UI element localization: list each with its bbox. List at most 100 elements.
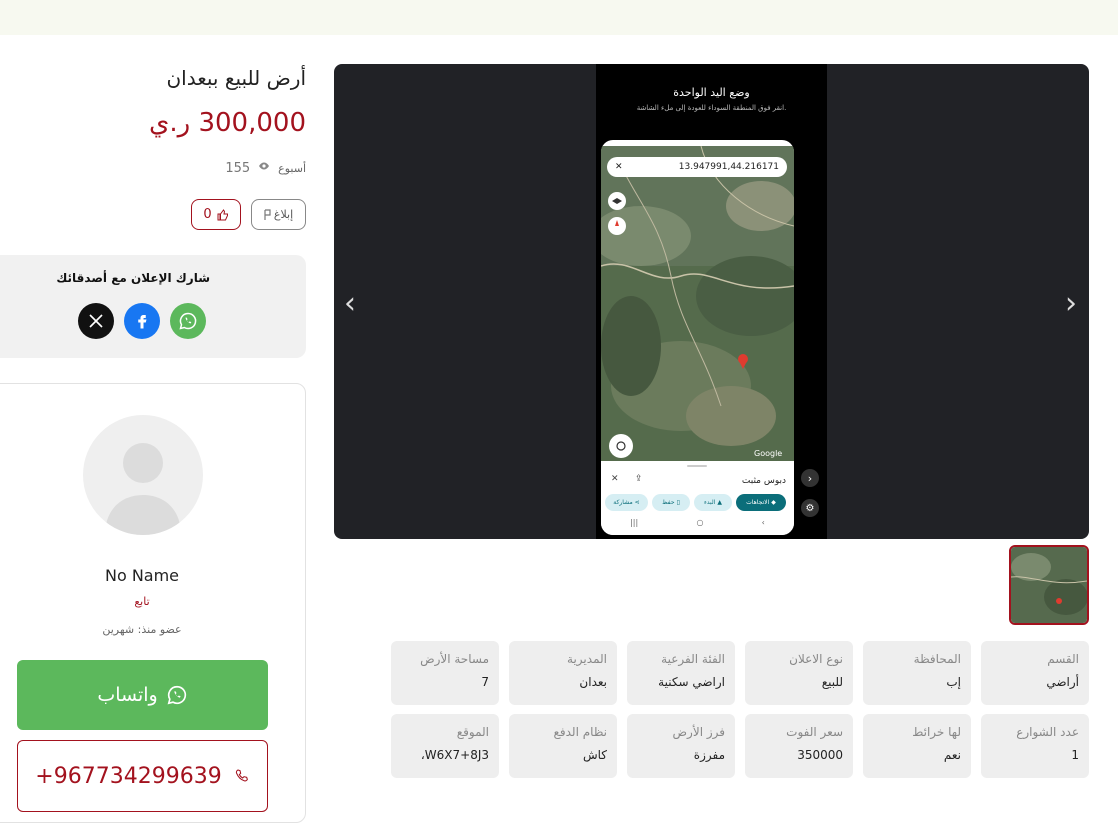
- prev-image-arrow[interactable]: ‹: [344, 286, 356, 321]
- back-icon[interactable]: ‹: [762, 518, 765, 527]
- pin-title: دبوس مثبت: [741, 476, 786, 486]
- attribute-value: مفرزة: [693, 748, 725, 762]
- phone-mode-subtitle: انقر فوق المنطقة السوداء للعودة إلى ملء …: [636, 104, 787, 112]
- save-label: حفظ: [662, 499, 675, 506]
- attribute-label: المحافظة: [913, 652, 961, 666]
- image-gallery: وضع اليد الواحدة انقر فوق المنطقة السودا…: [334, 64, 1089, 539]
- gallery-image[interactable]: وضع اليد الواحدة انقر فوق المنطقة السودا…: [596, 64, 827, 539]
- compass-icon[interactable]: [608, 217, 626, 235]
- report-button[interactable]: إبلاغ: [251, 199, 306, 230]
- attribute-label: نوع الاعلان: [789, 652, 843, 666]
- gear-icon[interactable]: ⚙: [801, 499, 819, 517]
- attribute-value: كاش: [582, 748, 607, 762]
- coordinates-search[interactable]: ✕ 13.947991,44.216171: [607, 157, 787, 177]
- attribute-label: لها خرائط: [912, 725, 961, 739]
- attribute-value: 350000: [797, 748, 843, 762]
- listing-price: 300,000 ر.ي: [149, 108, 306, 138]
- directions-chip[interactable]: الاتجاهات ◆: [736, 494, 786, 511]
- sheet-handle[interactable]: [687, 465, 707, 467]
- attribute-label: القسم: [1047, 652, 1079, 666]
- report-label: إبلاغ: [273, 208, 294, 221]
- attribute-item: عدد الشوارع 1: [981, 714, 1089, 778]
- share-title: شارك الإعلان مع أصدقائك: [56, 271, 210, 285]
- attribute-item: فرز الأرض مفرزة: [627, 714, 735, 778]
- whatsapp-icon: [167, 685, 186, 705]
- attribute-value: W6X7+8J3،: [420, 748, 489, 762]
- save-chip[interactable]: حفظ ▯: [652, 494, 690, 511]
- attribute-label: المديرية: [567, 652, 607, 666]
- attribute-item: المحافظة إب: [863, 641, 971, 705]
- attribute-value: إب: [946, 675, 961, 689]
- attribute-label: نظام الدفع: [553, 725, 608, 739]
- seller-card: No Name تابع عضو منذ: شهرين واتساب +9677…: [0, 383, 306, 823]
- pin-sheet: ✕ ⇪ دبوس مثبت الاتجاهات ◆ البدء ▲ حفظ ▯ مشا…: [601, 462, 794, 535]
- location-button[interactable]: [609, 434, 633, 458]
- like-count: 0: [203, 207, 212, 222]
- chevron-right-icon[interactable]: ›: [801, 469, 819, 487]
- satellite-map: Google: [601, 146, 794, 461]
- attribute-item: المديرية بعدان: [509, 641, 617, 705]
- whatsapp-label: واتساب: [97, 684, 158, 706]
- attribute-item: نظام الدفع كاش: [509, 714, 617, 778]
- eye-icon: [258, 160, 270, 176]
- attribute-value: 1: [1071, 748, 1079, 762]
- x-icon[interactable]: [78, 303, 114, 339]
- whatsapp-button[interactable]: واتساب: [17, 660, 268, 730]
- top-bar: [0, 0, 1118, 35]
- attribute-value: اراضي سكنية: [658, 675, 725, 689]
- share-chip-label: مشاركة: [613, 499, 633, 506]
- listing-age: أسبوع: [278, 161, 306, 175]
- views-count: 155: [225, 160, 251, 176]
- home-icon[interactable]: ○: [696, 518, 703, 527]
- thumbs-up-icon: [217, 208, 228, 220]
- attribute-label: الموقع: [456, 725, 489, 739]
- attribute-value: 7: [481, 675, 489, 689]
- facebook-icon[interactable]: [124, 303, 160, 339]
- phone-screen: Google ✕ 13.947991,44.216171 ✕ ⇪ دبوس مث…: [601, 140, 794, 535]
- share-icon[interactable]: ⇪: [635, 474, 643, 484]
- avatar: [83, 415, 203, 535]
- listing-actions: إبلاغ 0: [191, 199, 306, 230]
- share-box: شارك الإعلان مع أصدقائك: [0, 255, 306, 358]
- phone-icon: [235, 769, 248, 782]
- seller-role: تابع: [134, 595, 150, 608]
- phone-button[interactable]: +967734299639: [17, 740, 268, 812]
- attribute-item: لها خرائط نعم: [863, 714, 971, 778]
- attribute-item: الفئة الفرعية اراضي سكنية: [627, 641, 735, 705]
- attribute-label: عدد الشوارع: [1016, 725, 1079, 739]
- attribute-value: بعدان: [579, 675, 607, 689]
- attribute-label: فرز الأرض: [672, 725, 725, 739]
- map-brand: Google: [754, 449, 782, 458]
- seller-name: No Name: [104, 566, 180, 585]
- share-chip[interactable]: مشاركة ⋖: [605, 494, 648, 511]
- attribute-label: مساحة الأرض: [420, 652, 489, 666]
- like-button[interactable]: 0: [191, 199, 241, 230]
- attribute-item: نوع الاعلان للبيع: [745, 641, 853, 705]
- attribute-label: الفئة الفرعية: [661, 652, 725, 666]
- attribute-value: أراضي: [1046, 675, 1079, 689]
- attribute-item: سعر الفوت 350000: [745, 714, 853, 778]
- whatsapp-icon[interactable]: [170, 303, 206, 339]
- recents-icon[interactable]: |||: [630, 518, 638, 527]
- close-icon[interactable]: ✕: [615, 162, 623, 172]
- listing-title: أرض للبيع ببعدان: [166, 66, 306, 90]
- attribute-value: نعم: [943, 748, 961, 762]
- layers-icon[interactable]: [608, 192, 626, 210]
- next-image-arrow[interactable]: ›: [1065, 286, 1077, 321]
- phone-mode-title: وضع اليد الواحدة: [673, 86, 750, 99]
- listing-meta: أسبوع 155: [225, 160, 306, 176]
- android-nav-bar: ||| ○ ‹: [601, 518, 794, 527]
- share-icons: [78, 303, 206, 339]
- flag-icon: [264, 208, 271, 220]
- start-chip[interactable]: البدء ▲: [694, 494, 732, 511]
- directions-label: الاتجاهات: [746, 499, 770, 506]
- coordinates-value: 13.947991,44.216171: [678, 162, 779, 172]
- close-icon[interactable]: ✕: [611, 474, 619, 484]
- start-label: البدء: [704, 499, 716, 506]
- attribute-value: للبيع: [821, 675, 843, 689]
- attribute-label: سعر الفوت: [786, 725, 843, 739]
- attribute-item: مساحة الأرض 7: [391, 641, 499, 705]
- seller-since: عضو منذ: شهرين: [102, 623, 182, 636]
- attribute-item: الموقع W6X7+8J3،: [391, 714, 499, 778]
- gallery-thumbnail[interactable]: [1009, 545, 1089, 625]
